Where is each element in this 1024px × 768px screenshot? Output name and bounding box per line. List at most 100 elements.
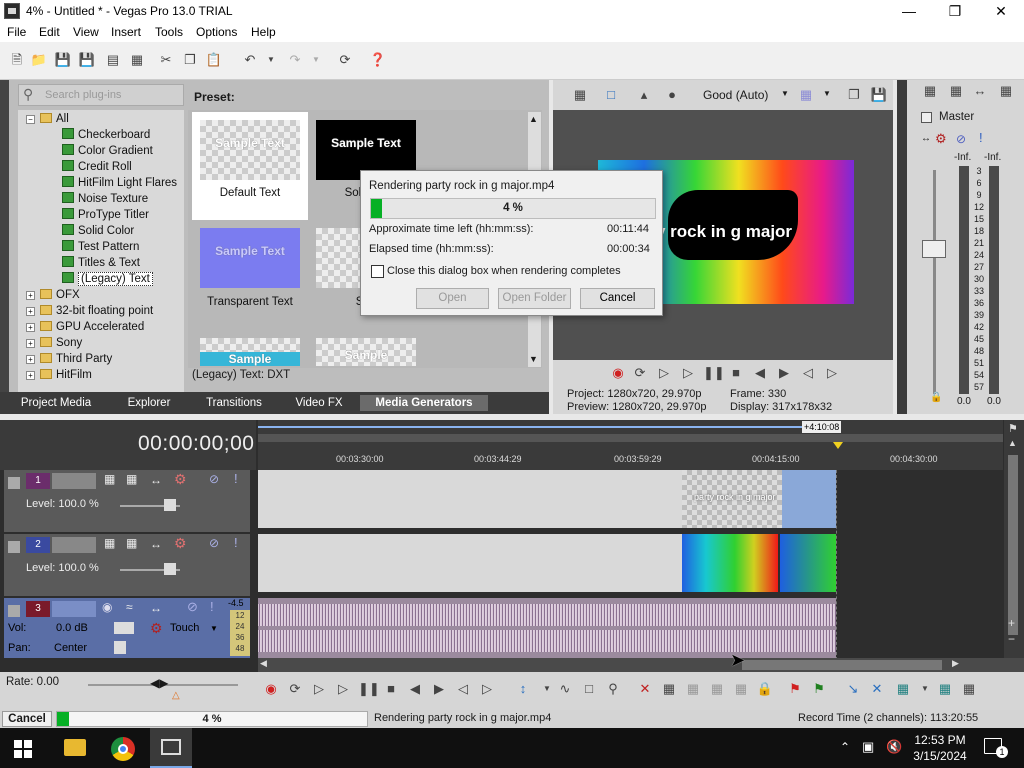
tree-item-hitfilm-light-flares[interactable]: HitFilm Light Flares (62, 175, 177, 191)
lock-icon[interactable]: 🔒 (756, 680, 774, 698)
tree-item-solid-color[interactable]: Solid Color (62, 223, 134, 239)
loop-icon[interactable]: ⟳ (631, 364, 649, 382)
track-name-field[interactable] (52, 473, 96, 489)
loop-region-marker[interactable]: +4:10:08 (802, 421, 842, 433)
menu-file[interactable]: File (7, 25, 26, 39)
clock-time[interactable]: 12:53 PM (912, 733, 968, 747)
record-icon[interactable]: ◉ (609, 364, 627, 382)
tab-project-media[interactable]: Project Media (14, 395, 98, 411)
search-plugins-field[interactable]: ⚲ Search plug-ins (18, 84, 184, 106)
master-mute-icon[interactable]: ⊘ (956, 132, 966, 146)
menu-view[interactable]: View (73, 25, 99, 39)
go-to-start-icon[interactable]: ◀ (406, 680, 424, 698)
tree-item-hitfilm[interactable]: + HitFilm (26, 367, 92, 383)
scroll-left-icon[interactable]: ◀ (260, 658, 267, 669)
trim-end-icon[interactable]: ▦ (708, 680, 726, 698)
solo-icon[interactable]: ! (234, 471, 238, 486)
chrome-icon[interactable] (111, 737, 135, 761)
lock-envelopes-icon[interactable]: ▦ (960, 680, 978, 698)
tab-video-fx[interactable]: Video FX (286, 395, 352, 411)
tree-item-color-gradient[interactable]: Color Gradient (62, 143, 153, 159)
vegas-taskbar-button[interactable] (150, 728, 192, 768)
envelope-tool-icon[interactable]: ∿ (556, 680, 574, 698)
master-downmix-icon[interactable]: ↔ (971, 82, 989, 100)
chevron-down-icon[interactable]: ▼ (916, 680, 934, 698)
level-slider-handle[interactable] (164, 563, 176, 575)
enable-snapping-icon[interactable]: ⟳ (336, 51, 354, 69)
track-lane-2[interactable] (258, 534, 682, 592)
windows-start-icon[interactable] (14, 740, 32, 758)
marker-flag-icon[interactable]: ⚑ (1008, 422, 1018, 435)
scroll-up-icon[interactable]: ▲ (1008, 438, 1017, 448)
auto-crossfade-icon[interactable]: ✕ (868, 680, 886, 698)
chevron-down-icon[interactable]: ▼ (210, 624, 218, 633)
go-to-end-icon[interactable]: ▶ (430, 680, 448, 698)
play-from-start-icon[interactable]: ▷ (655, 364, 673, 382)
paste-icon[interactable]: 📋 (205, 51, 223, 69)
fade-region[interactable] (782, 470, 836, 528)
master-automation-icon[interactable]: ↔ (921, 133, 931, 144)
tree-item-legacy-text[interactable]: (Legacy) Text (62, 271, 153, 287)
vol-slider-handle[interactable] (114, 622, 134, 634)
menu-insert[interactable]: Insert (111, 25, 141, 39)
undo-dropdown-icon[interactable]: ▼ (262, 51, 280, 69)
compositing-icon[interactable]: ▦ (126, 536, 137, 550)
properties-icon[interactable]: ▦ (128, 51, 146, 69)
tree-item-gpu[interactable]: + GPU Accelerated (26, 319, 144, 335)
whats-this-icon[interactable]: ❓ (369, 51, 387, 69)
minimize-icon[interactable]: — (886, 0, 932, 22)
automation-icon[interactable]: ↔ (150, 473, 162, 487)
menu-tools[interactable]: Tools (155, 25, 183, 39)
go-to-start-icon[interactable]: ◀ (751, 364, 769, 382)
open-icon[interactable]: 📁 (30, 51, 48, 69)
undo-icon[interactable]: ↶ (241, 51, 259, 69)
panel-grip[interactable] (0, 80, 9, 414)
preset-thumbnail[interactable]: Sample (316, 338, 416, 366)
save-snapshot-icon[interactable]: 💾 (870, 86, 888, 104)
stop-icon[interactable]: ■ (382, 680, 400, 698)
mute-icon[interactable]: ⊘ (209, 536, 219, 550)
video-clip-gradient-2[interactable] (780, 534, 836, 592)
zoom-in-icon[interactable]: + (1008, 616, 1015, 630)
next-frame-icon[interactable]: ▷ (478, 680, 496, 698)
invert-phase-icon[interactable]: ≈ (126, 600, 133, 614)
master-solo-icon[interactable]: ! (979, 130, 983, 145)
prev-frame-icon[interactable]: ◁ (454, 680, 472, 698)
audio-clip[interactable] (258, 598, 836, 658)
redo-dropdown-icon[interactable]: ▼ (307, 51, 325, 69)
play-icon[interactable]: ▷ (679, 364, 697, 382)
play-icon[interactable]: ▷ (334, 680, 352, 698)
tree-item-noise-texture[interactable]: Noise Texture (62, 191, 148, 207)
render-as-icon[interactable]: ▤ (104, 51, 122, 69)
vertical-scrollbar[interactable]: ⚑ ▲ + − (1004, 420, 1024, 660)
solo-icon[interactable]: ! (210, 599, 214, 614)
track-collapse-icon[interactable] (8, 477, 20, 489)
track-name-field[interactable] (52, 537, 96, 553)
track-fx-icon[interactable]: ⚙ (150, 620, 163, 637)
track-header-3[interactable]: 3 ◉ ≈ ↔ ⊘ ! Vol: 0.0 dB ⚙ Touch ▼ Pan: C… (4, 598, 250, 658)
tree-item-ofx[interactable]: + OFX (26, 287, 80, 303)
lock-icon[interactable]: 🔒 (930, 392, 942, 403)
motion-icon[interactable]: ▦ (104, 472, 115, 486)
tree-item-test-pattern[interactable]: Test Pattern (62, 239, 139, 255)
track-header-2[interactable]: 2 ▦ ▦ ↔ ⚙ ⊘ ! Level: 100.0 % (4, 534, 250, 596)
split-screen-icon[interactable]: ● (663, 86, 681, 104)
preview-properties-icon[interactable]: ▦ (571, 86, 589, 104)
open-button[interactable]: Open (416, 288, 489, 309)
trim-start-icon[interactable]: ▦ (684, 680, 702, 698)
tab-transitions[interactable]: Transitions (198, 395, 270, 411)
delete-icon[interactable]: ✕ (636, 680, 654, 698)
tree-item-titles-text[interactable]: Titles & Text (62, 255, 140, 271)
marker-icon[interactable]: ⚑ (786, 680, 804, 698)
external-monitor-icon[interactable]: □ (602, 86, 620, 104)
preset-transparent-text[interactable]: Sample Text (200, 228, 300, 288)
scrollbar-thumb[interactable] (1008, 455, 1018, 635)
menu-options[interactable]: Options (196, 25, 237, 39)
scroll-up-icon[interactable]: ▲ (529, 114, 538, 124)
next-frame-icon[interactable]: ▷ (823, 364, 841, 382)
automation-icon[interactable]: ↔ (150, 601, 162, 615)
menu-edit[interactable]: Edit (39, 25, 60, 39)
tree-item-protype-titler[interactable]: ProType Titler (62, 207, 149, 223)
scroll-down-icon[interactable]: ▼ (529, 354, 538, 364)
maximize-icon[interactable]: ❐ (932, 0, 978, 22)
